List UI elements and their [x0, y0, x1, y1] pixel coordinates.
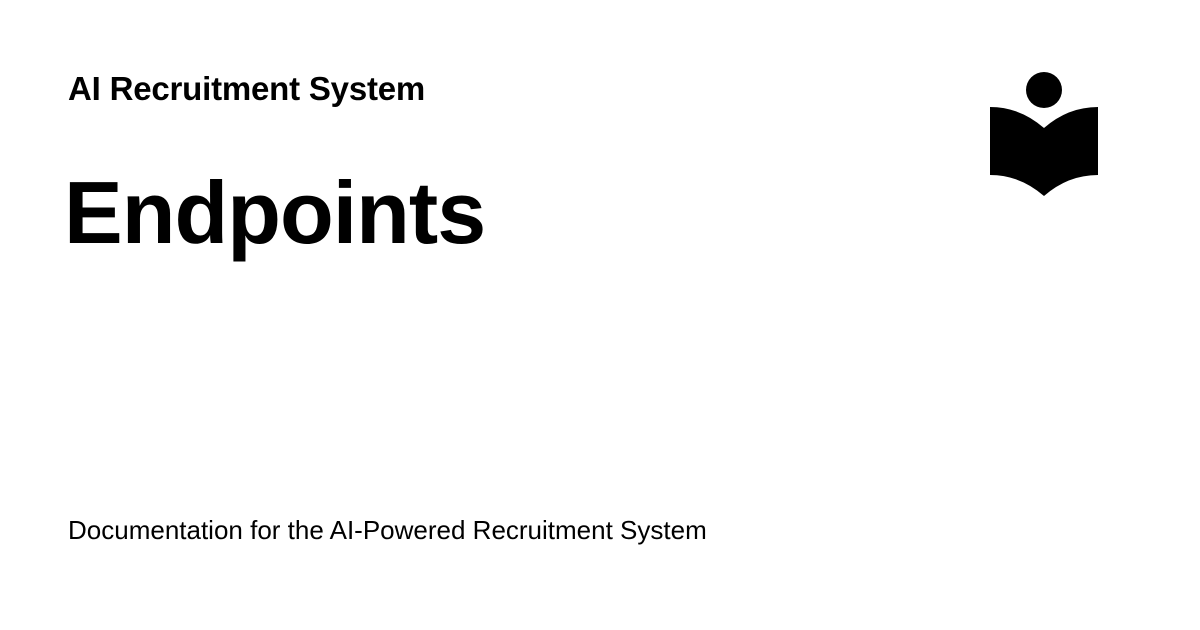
site-name: AI Recruitment System — [68, 70, 426, 107]
social-card: AI Recruitment System Endpoints Document… — [0, 0, 1200, 630]
page-description: Documentation for the AI-Powered Recruit… — [68, 515, 707, 545]
page-title: Endpoints — [64, 163, 486, 262]
reader-book-icon — [988, 70, 1100, 198]
